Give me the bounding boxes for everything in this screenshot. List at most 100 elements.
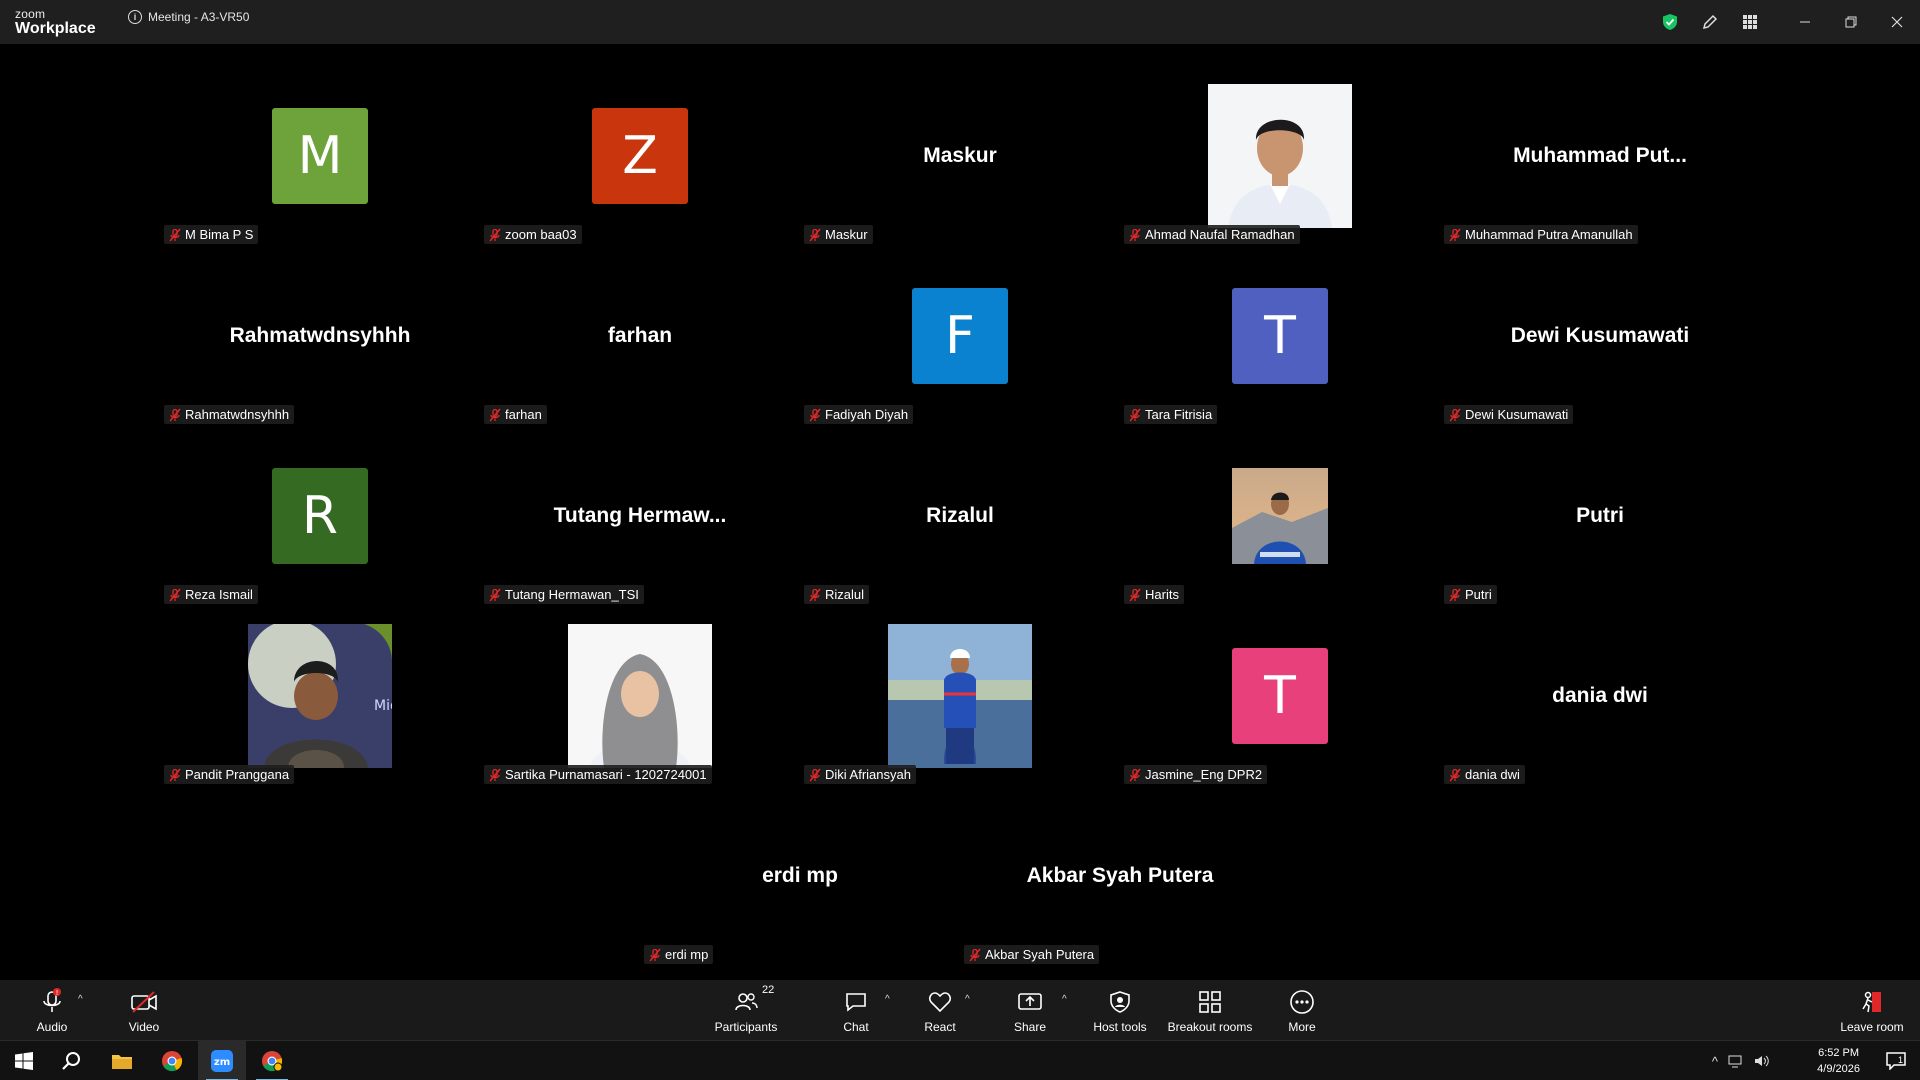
participant-name-label: Maskur [804,225,873,244]
participant-tile[interactable]: Dewi Kusumawati Dewi Kusumawati [1440,246,1760,426]
more-dots-icon [1290,990,1314,1014]
zoom-app-icon[interactable]: zm [198,1041,246,1080]
windows-start-icon[interactable] [0,1041,48,1080]
muted-mic-icon [489,408,501,421]
breakout-rooms-button[interactable]: Breakout rooms [1165,980,1255,1040]
participant-tile[interactable]: Rahmatwdnsyhhh Rahmatwdnsyhhh [160,246,480,426]
participant-name-label: Sartika Purnamasari - 1202724001 [484,765,712,784]
participant-tile[interactable]: Rizalul Rizalul [800,426,1120,606]
muted-mic-icon [969,948,981,961]
participant-tile[interactable]: F Fadiyah Diyah [800,246,1120,426]
participant-tile[interactable]: Harits [1120,426,1440,606]
participant-display-name: Akbar Syah Putera [1026,864,1214,887]
muted-mic-icon [169,408,181,421]
participant-tile[interactable]: Ahmad Naufal Ramadhan [1120,66,1440,246]
participant-name-label: Putri [1444,585,1497,604]
participant-name: Muhammad Putra Amanullah [1465,227,1633,242]
volume-icon[interactable] [1754,1054,1770,1068]
muted-mic-icon [1449,228,1461,241]
notification-center-icon[interactable]: 1 [1872,1041,1920,1080]
participant-tile[interactable]: erdi mp erdi mp [640,786,960,966]
chrome-icon[interactable] [148,1041,196,1080]
participant-tile[interactable]: Diki Afriansyah [800,606,1120,786]
participant-tile[interactable]: Putri Putri [1440,426,1760,606]
host-tools-button[interactable]: Host tools [1090,980,1150,1040]
participant-name: Tara Fitrisia [1145,407,1213,422]
muted-mic-icon [489,228,501,241]
video-button[interactable]: Video [120,980,168,1040]
minimize-button[interactable] [1782,0,1828,44]
participant-name: Pandit Pranggana [185,767,290,782]
participant-avatar: M [272,108,368,204]
muted-mic-icon [649,948,661,961]
participant-name: Rahmatwdnsyhhh [185,407,290,422]
more-button[interactable]: More [1282,980,1322,1040]
participant-name-label: Rizalul [804,585,870,604]
participant-name-label: Jasmine_Eng DPR2 [1124,765,1268,784]
restore-button[interactable] [1828,0,1874,44]
audio-button[interactable]: ! Audio [28,980,76,1040]
network-icon[interactable] [1728,1054,1744,1068]
participant-name: Akbar Syah Putera [985,947,1095,962]
share-button[interactable]: Share [1010,980,1050,1040]
participant-name-label: erdi mp [644,945,714,964]
chrome-profile-icon[interactable] [248,1041,296,1080]
participant-display-name: Muhammad Put... [1513,144,1687,167]
share-options-caret[interactable]: ^ [1062,994,1067,1005]
react-button[interactable]: React [920,980,960,1040]
annotate-pencil-icon[interactable] [1690,0,1730,44]
participant-photo [568,624,712,768]
participant-name: farhan [505,407,542,422]
participant-photo: Mid [248,624,392,768]
participant-tile[interactable]: R Reza Ismail [160,426,480,606]
participant-display-name: dania dwi [1552,684,1648,707]
title-bar: zoom Workplace i Meeting - A3-VR50 [0,0,1920,44]
meeting-info[interactable]: i Meeting - A3-VR50 [128,10,249,24]
participant-tile[interactable]: Maskur Maskur [800,66,1120,246]
search-icon[interactable] [48,1041,96,1080]
audio-options-caret[interactable]: ^ [78,994,83,1005]
participant-tile[interactable]: Mid Pandit Pranggana [160,606,480,786]
participant-name-label: Pandit Pranggana [164,765,295,784]
taskbar-clock[interactable]: 6:52 PM 4/9/2026 [1817,1045,1860,1077]
participant-tile[interactable]: dania dwi dania dwi [1440,606,1760,786]
participant-name-label: Diki Afriansyah [804,765,916,784]
muted-mic-icon [169,228,181,241]
participant-name-label: Harits [1124,585,1184,604]
participant-tile[interactable]: T Jasmine_Eng DPR2 [1120,606,1440,786]
chat-options-caret[interactable]: ^ [885,994,890,1005]
close-window-button[interactable] [1874,0,1920,44]
participant-tile[interactable]: Tutang Hermaw... Tutang Hermawan_TSI [480,426,800,606]
participant-name: Sartika Purnamasari - 1202724001 [505,767,707,782]
video-off-icon [131,991,157,1013]
participants-button[interactable]: 22 Participants [706,980,786,1040]
apps-grid-icon[interactable] [1730,0,1770,44]
participants-icon [735,993,758,1011]
tray-chevron-icon[interactable]: ^ [1712,1054,1718,1069]
participant-display-name: Dewi Kusumawati [1510,324,1690,347]
participant-tile[interactable]: M M Bima P S [160,66,480,246]
heart-icon [928,992,952,1013]
participant-name-label: Dewi Kusumawati [1444,405,1574,424]
participant-name-label: Rahmatwdnsyhhh [164,405,295,424]
participant-name: Maskur [825,227,868,242]
react-options-caret[interactable]: ^ [965,994,970,1005]
info-icon[interactable]: i [128,10,142,24]
participant-tile[interactable]: Muhammad Put... Muhammad Putra Amanullah [1440,66,1760,246]
participant-name: Harits [1145,587,1179,602]
security-shield-icon[interactable] [1650,0,1690,44]
chat-button[interactable]: Chat [836,980,876,1040]
file-explorer-icon[interactable] [98,1041,146,1080]
participant-tile[interactable]: T Tara Fitrisia [1120,246,1440,426]
participant-avatar: F [912,288,1008,384]
leave-icon [1862,991,1881,1013]
participant-tile[interactable]: Zzoom baa03 [480,66,800,246]
svg-text:zm: zm [214,1057,230,1068]
muted-mic-icon [1449,408,1461,421]
participant-tile[interactable]: Sartika Purnamasari - 1202724001 [480,606,800,786]
participant-tile[interactable]: farhan farhan [480,246,800,426]
participant-photo [1232,468,1328,564]
muted-mic-icon [489,588,501,601]
leave-room-button[interactable]: Leave room [1834,980,1910,1040]
participant-tile[interactable]: Akbar Syah Putera Akbar Syah Putera [960,786,1280,966]
